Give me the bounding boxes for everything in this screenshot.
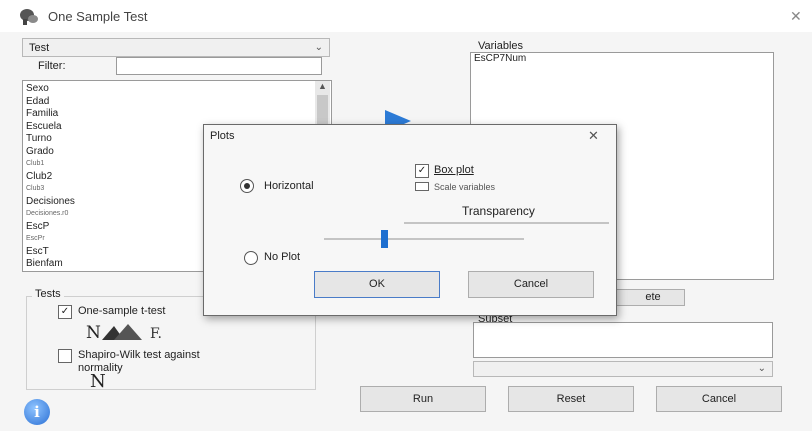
chevron-down-icon: ⌄ [314, 42, 323, 53]
scroll-up-icon[interactable]: ▲ [318, 81, 327, 91]
plots-dialog-close-icon[interactable]: ✕ [588, 128, 599, 144]
test-type-value: Test [29, 42, 50, 54]
plots-dialog: Plots ✕ Horizontal ✓ Box plot Scale vari… [203, 124, 617, 316]
subset-combo[interactable]: ⌄ [473, 361, 773, 377]
svg-text:F.: F. [150, 326, 162, 342]
window-close-icon[interactable]: ✕ [790, 8, 802, 25]
selected-variable-item[interactable]: EsCP7Num [471, 53, 773, 66]
plots-ok-button[interactable]: OK [314, 271, 440, 298]
window-title: One Sample Test [48, 9, 148, 24]
partially-hidden-button-label: ete [645, 291, 661, 303]
svg-text:N: N [86, 323, 101, 342]
run-button[interactable]: Run [360, 386, 486, 412]
variable-list-item[interactable]: Edad [23, 96, 313, 109]
test-type-combo[interactable]: Test ⌄ [22, 38, 330, 57]
filter-input[interactable] [116, 57, 322, 75]
shapiro-formula-icon: N [90, 371, 106, 392]
no-plot-radio[interactable] [244, 251, 258, 265]
plots-dialog-title: Plots [210, 130, 235, 142]
variable-list-item[interactable]: Familia [23, 108, 313, 121]
shapiro-wilk-checkbox[interactable] [58, 349, 72, 363]
variables-label: Variables [478, 40, 524, 52]
subset-chevron-down-icon: ⌄ [757, 363, 766, 374]
transparency-slider[interactable] [324, 230, 524, 248]
reset-button[interactable]: Reset [508, 386, 634, 412]
subset-input[interactable] [473, 322, 773, 358]
transparency-slider-track [324, 238, 524, 240]
horizontal-radio[interactable] [240, 179, 254, 193]
transparency-slider-thumb[interactable] [381, 230, 388, 248]
no-plot-label: No Plot [264, 251, 301, 263]
scale-variables-checkbox[interactable] [415, 182, 429, 191]
scale-variables-label: Scale variables [434, 182, 496, 190]
info-icon[interactable]: i [24, 399, 50, 425]
cancel-button[interactable]: Cancel [656, 386, 782, 412]
transparency-label: Transparency [462, 204, 535, 218]
title-bar: One Sample Test ✕ [0, 0, 812, 32]
app-logo-icon [20, 9, 38, 25]
one-sample-t-test-label: One-sample t-test [78, 305, 166, 317]
box-plot-checkbox[interactable]: ✓ [415, 164, 429, 178]
t-test-formula-icon: N F. [86, 323, 162, 342]
one-sample-t-test-checkbox[interactable]: ✓ [58, 305, 72, 319]
plots-cancel-button[interactable]: Cancel [468, 271, 594, 298]
box-plot-label: Box plot [434, 164, 474, 176]
horizontal-label: Horizontal [264, 180, 314, 192]
transparency-upper-track [404, 222, 609, 224]
variable-list-item[interactable]: Sexo [23, 83, 313, 96]
tests-label: Tests [32, 288, 64, 300]
filter-label: Filter: [38, 60, 66, 72]
